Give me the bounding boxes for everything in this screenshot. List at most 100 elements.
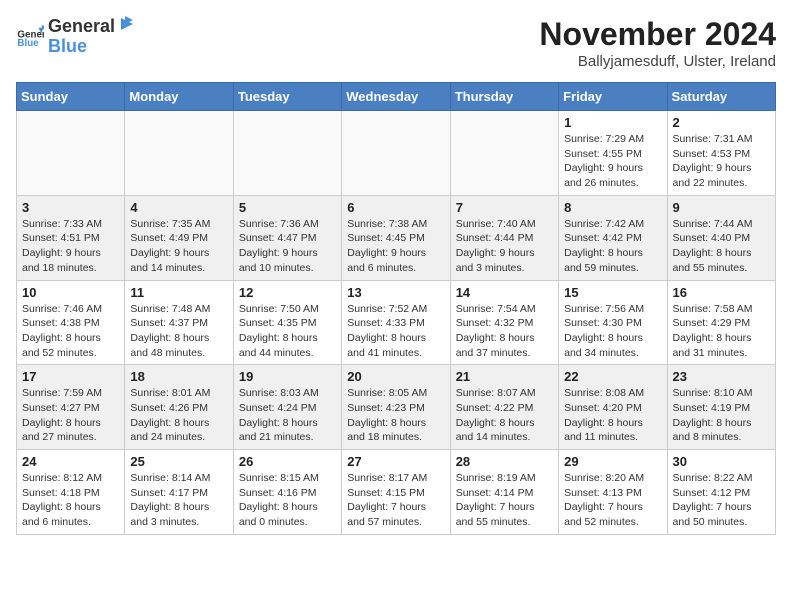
calendar-cell: 26Sunrise: 8:15 AM Sunset: 4:16 PM Dayli… bbox=[233, 450, 341, 535]
calendar-cell: 1 Sunrise: 7:29 AM Sunset: 4:55 PM Daylig… bbox=[559, 111, 667, 196]
day-info: Sunrise: 7:40 AM Sunset: 4:44 PM Dayligh… bbox=[456, 217, 553, 276]
calendar-cell: 5 Sunrise: 7:36 AM Sunset: 4:47 PM Daylig… bbox=[233, 195, 341, 280]
day-info: Sunrise: 8:12 AM Sunset: 4:18 PM Dayligh… bbox=[22, 471, 119, 530]
week-row-3: 10 Sunrise: 7:46 AM Sunset: 4:38 PM Dayli… bbox=[17, 280, 776, 365]
calendar-cell: 10 Sunrise: 7:46 AM Sunset: 4:38 PM Dayli… bbox=[17, 280, 125, 365]
day-number: 10 bbox=[22, 285, 119, 300]
day-number: 18 bbox=[130, 369, 227, 384]
calendar-cell: 18 Sunrise: 8:01 AM Sunset: 4:26 PM Dayli… bbox=[125, 365, 233, 450]
calendar-cell: 17Sunrise: 7:59 AM Sunset: 4:27 PM Dayli… bbox=[17, 365, 125, 450]
day-info: Sunrise: 7:58 AM Sunset: 4:29 PM Dayligh… bbox=[673, 302, 770, 361]
day-info: Sunrise: 8:14 AM Sunset: 4:17 PM Dayligh… bbox=[130, 471, 227, 530]
day-info: Sunrise: 7:31 AM Sunset: 4:53 PM Dayligh… bbox=[673, 132, 770, 191]
day-number: 16 bbox=[673, 285, 770, 300]
week-row-5: 24 Sunrise: 8:12 AM Sunset: 4:18 PM Dayli… bbox=[17, 450, 776, 535]
day-number: 11 bbox=[130, 285, 227, 300]
calendar-cell: 12Sunrise: 7:50 AM Sunset: 4:35 PM Dayli… bbox=[233, 280, 341, 365]
week-row-4: 17Sunrise: 7:59 AM Sunset: 4:27 PM Dayli… bbox=[17, 365, 776, 450]
day-info: Sunrise: 8:17 AM Sunset: 4:15 PM Dayligh… bbox=[347, 471, 444, 530]
header: General Blue General Blue November 2024 … bbox=[16, 16, 776, 70]
day-number: 7 bbox=[456, 200, 553, 215]
calendar-cell: 15 Sunrise: 7:56 AM Sunset: 4:30 PM Dayli… bbox=[559, 280, 667, 365]
day-number: 30 bbox=[673, 454, 770, 469]
calendar-table: SundayMondayTuesdayWednesdayThursdayFrid… bbox=[16, 82, 776, 535]
week-row-1: 1 Sunrise: 7:29 AM Sunset: 4:55 PM Daylig… bbox=[17, 111, 776, 196]
day-number: 27 bbox=[347, 454, 444, 469]
day-info: Sunrise: 8:01 AM Sunset: 4:26 PM Dayligh… bbox=[130, 386, 227, 445]
day-number: 6 bbox=[347, 200, 444, 215]
calendar-cell: 21Sunrise: 8:07 AM Sunset: 4:22 PM Dayli… bbox=[450, 365, 558, 450]
logo-general-text: General bbox=[48, 17, 115, 35]
title-area: November 2024 Ballyjamesduff, Ulster, Ir… bbox=[539, 16, 776, 70]
day-info: Sunrise: 7:33 AM Sunset: 4:51 PM Dayligh… bbox=[22, 217, 119, 276]
calendar-cell: 9 Sunrise: 7:44 AM Sunset: 4:40 PM Daylig… bbox=[667, 195, 775, 280]
day-info: Sunrise: 7:35 AM Sunset: 4:49 PM Dayligh… bbox=[130, 217, 227, 276]
weekday-header-saturday: Saturday bbox=[667, 83, 775, 111]
day-number: 22 bbox=[564, 369, 661, 384]
day-number: 15 bbox=[564, 285, 661, 300]
calendar-cell: 27 Sunrise: 8:17 AM Sunset: 4:15 PM Dayli… bbox=[342, 450, 450, 535]
day-number: 3 bbox=[22, 200, 119, 215]
weekday-header-sunday: Sunday bbox=[17, 83, 125, 111]
day-number: 8 bbox=[564, 200, 661, 215]
day-info: Sunrise: 8:22 AM Sunset: 4:12 PM Dayligh… bbox=[673, 471, 770, 530]
calendar-cell: 30 Sunrise: 8:22 AM Sunset: 4:12 PM Dayli… bbox=[667, 450, 775, 535]
calendar-cell bbox=[125, 111, 233, 196]
day-number: 12 bbox=[239, 285, 336, 300]
weekday-header-tuesday: Tuesday bbox=[233, 83, 341, 111]
day-info: Sunrise: 7:36 AM Sunset: 4:47 PM Dayligh… bbox=[239, 217, 336, 276]
weekday-header-monday: Monday bbox=[125, 83, 233, 111]
calendar-cell: 23 Sunrise: 8:10 AM Sunset: 4:19 PM Dayli… bbox=[667, 365, 775, 450]
day-info: Sunrise: 8:03 AM Sunset: 4:24 PM Dayligh… bbox=[239, 386, 336, 445]
calendar-cell: 4 Sunrise: 7:35 AM Sunset: 4:49 PM Daylig… bbox=[125, 195, 233, 280]
day-info: Sunrise: 7:56 AM Sunset: 4:30 PM Dayligh… bbox=[564, 302, 661, 361]
day-info: Sunrise: 8:10 AM Sunset: 4:19 PM Dayligh… bbox=[673, 386, 770, 445]
day-info: Sunrise: 7:59 AM Sunset: 4:27 PM Dayligh… bbox=[22, 386, 119, 445]
logo: General Blue General Blue bbox=[16, 16, 133, 55]
day-info: Sunrise: 8:05 AM Sunset: 4:23 PM Dayligh… bbox=[347, 386, 444, 445]
week-row-2: 3 Sunrise: 7:33 AM Sunset: 4:51 PM Daylig… bbox=[17, 195, 776, 280]
calendar-cell: 3 Sunrise: 7:33 AM Sunset: 4:51 PM Daylig… bbox=[17, 195, 125, 280]
calendar-cell: 24 Sunrise: 8:12 AM Sunset: 4:18 PM Dayli… bbox=[17, 450, 125, 535]
calendar-cell: 6 Sunrise: 7:38 AM Sunset: 4:45 PM Daylig… bbox=[342, 195, 450, 280]
day-info: Sunrise: 7:44 AM Sunset: 4:40 PM Dayligh… bbox=[673, 217, 770, 276]
calendar-subtitle: Ballyjamesduff, Ulster, Ireland bbox=[539, 53, 776, 70]
day-info: Sunrise: 7:29 AM Sunset: 4:55 PM Dayligh… bbox=[564, 132, 661, 191]
day-info: Sunrise: 7:42 AM Sunset: 4:42 PM Dayligh… bbox=[564, 217, 661, 276]
day-number: 1 bbox=[564, 115, 661, 130]
weekday-header-thursday: Thursday bbox=[450, 83, 558, 111]
calendar-title: November 2024 bbox=[539, 16, 776, 53]
svg-text:Blue: Blue bbox=[17, 37, 39, 48]
calendar-cell: 13 Sunrise: 7:52 AM Sunset: 4:33 PM Dayli… bbox=[342, 280, 450, 365]
day-number: 29 bbox=[564, 454, 661, 469]
logo-blue-text: Blue bbox=[48, 37, 133, 55]
day-info: Sunrise: 7:46 AM Sunset: 4:38 PM Dayligh… bbox=[22, 302, 119, 361]
day-number: 4 bbox=[130, 200, 227, 215]
logo-icon: General Blue bbox=[16, 22, 44, 50]
calendar-cell: 8 Sunrise: 7:42 AM Sunset: 4:42 PM Daylig… bbox=[559, 195, 667, 280]
calendar-cell: 2 Sunrise: 7:31 AM Sunset: 4:53 PM Daylig… bbox=[667, 111, 775, 196]
calendar-cell: 14Sunrise: 7:54 AM Sunset: 4:32 PM Dayli… bbox=[450, 280, 558, 365]
calendar-cell: 19Sunrise: 8:03 AM Sunset: 4:24 PM Dayli… bbox=[233, 365, 341, 450]
day-number: 5 bbox=[239, 200, 336, 215]
day-info: Sunrise: 8:19 AM Sunset: 4:14 PM Dayligh… bbox=[456, 471, 553, 530]
calendar-cell: 7 Sunrise: 7:40 AM Sunset: 4:44 PM Daylig… bbox=[450, 195, 558, 280]
day-number: 9 bbox=[673, 200, 770, 215]
day-info: Sunrise: 8:20 AM Sunset: 4:13 PM Dayligh… bbox=[564, 471, 661, 530]
day-number: 28 bbox=[456, 454, 553, 469]
calendar-cell: 11 Sunrise: 7:48 AM Sunset: 4:37 PM Dayli… bbox=[125, 280, 233, 365]
day-number: 21 bbox=[456, 369, 553, 384]
day-info: Sunrise: 7:38 AM Sunset: 4:45 PM Dayligh… bbox=[347, 217, 444, 276]
day-info: Sunrise: 7:48 AM Sunset: 4:37 PM Dayligh… bbox=[130, 302, 227, 361]
day-number: 23 bbox=[673, 369, 770, 384]
day-number: 24 bbox=[22, 454, 119, 469]
calendar-cell: 25Sunrise: 8:14 AM Sunset: 4:17 PM Dayli… bbox=[125, 450, 233, 535]
day-number: 13 bbox=[347, 285, 444, 300]
logo-arrow-icon bbox=[117, 16, 133, 32]
day-info: Sunrise: 7:54 AM Sunset: 4:32 PM Dayligh… bbox=[456, 302, 553, 361]
day-info: Sunrise: 7:52 AM Sunset: 4:33 PM Dayligh… bbox=[347, 302, 444, 361]
day-info: Sunrise: 8:08 AM Sunset: 4:20 PM Dayligh… bbox=[564, 386, 661, 445]
day-number: 26 bbox=[239, 454, 336, 469]
day-number: 2 bbox=[673, 115, 770, 130]
calendar-cell: 22 Sunrise: 8:08 AM Sunset: 4:20 PM Dayli… bbox=[559, 365, 667, 450]
